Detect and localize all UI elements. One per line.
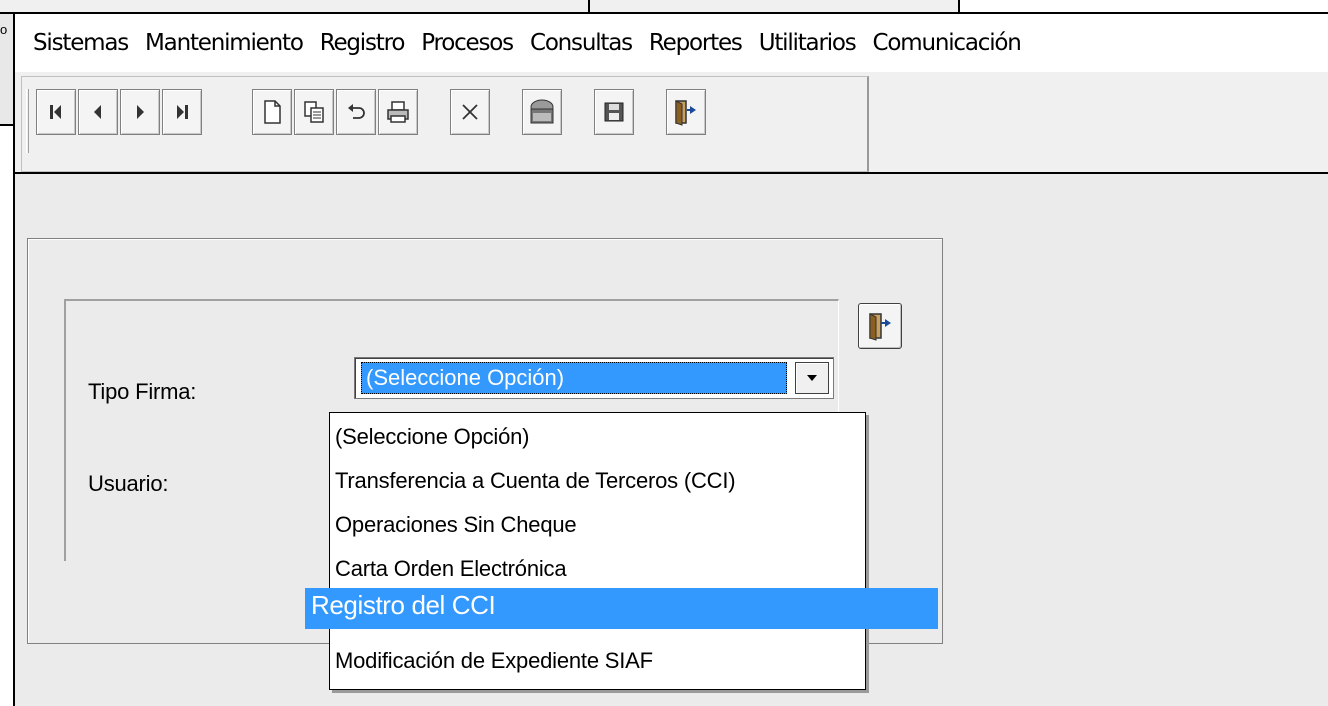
copy-button[interactable]	[294, 89, 334, 135]
menu-reportes[interactable]: Reportes	[649, 30, 743, 56]
menu-sistemas[interactable]: Sistemas	[33, 30, 129, 56]
undo-button[interactable]	[336, 89, 376, 135]
dropdown-arrow-button[interactable]	[795, 362, 829, 394]
menu-utilitarios[interactable]: Utilitarios	[759, 30, 857, 56]
list-item[interactable]: Transferencia a Cuenta de Terceros (CCI)	[330, 459, 865, 503]
highlighted-option-label: Registro del CCI	[311, 590, 496, 620]
last-record-button[interactable]	[162, 89, 202, 135]
toolbar-row	[15, 72, 1328, 174]
background-window-fragment: o	[0, 14, 14, 126]
delete-icon	[462, 104, 478, 120]
menu-bar: Sistemas Mantenimiento Registro Procesos…	[15, 14, 1328, 72]
copy-icon	[304, 101, 324, 123]
dialog-exit-button[interactable]	[858, 303, 902, 349]
background-window-text: o	[0, 22, 8, 37]
chevron-down-icon	[807, 375, 817, 381]
menu-mantenimiento[interactable]: Mantenimiento	[145, 30, 304, 56]
list-item[interactable]: Operaciones Sin Cheque	[330, 503, 865, 547]
next-record-button[interactable]	[120, 89, 160, 135]
query-icon	[530, 99, 554, 124]
menu-registro[interactable]: Registro	[320, 30, 406, 56]
new-document-button[interactable]	[252, 89, 292, 135]
next-record-icon	[137, 105, 144, 119]
tipo-firma-label: Tipo Firma:	[88, 379, 197, 404]
toolbar	[21, 76, 869, 172]
previous-record-button[interactable]	[78, 89, 118, 135]
save-button[interactable]	[594, 89, 634, 135]
exit-door-icon	[869, 313, 891, 341]
toolbar-grip[interactable]	[26, 89, 29, 153]
list-item[interactable]: Carta Orden Electrónica	[330, 547, 865, 591]
highlighted-option[interactable]: Registro del CCI	[305, 588, 938, 629]
menu-comunicacion[interactable]: Comunicación	[873, 30, 1022, 56]
tipo-firma-select[interactable]: (Seleccione Opción)	[354, 357, 834, 399]
undo-icon	[348, 104, 365, 119]
menu-procesos[interactable]: Procesos	[421, 30, 514, 56]
new-document-icon	[264, 100, 281, 124]
print-icon	[387, 101, 409, 123]
tipo-firma-selected-value[interactable]: (Seleccione Opción)	[361, 362, 787, 394]
previous-record-icon	[94, 105, 101, 119]
save-icon	[604, 102, 624, 122]
menu-consultas[interactable]: Consultas	[530, 30, 633, 56]
exit-button[interactable]	[666, 89, 706, 135]
print-button[interactable]	[378, 89, 418, 135]
exit-door-icon	[675, 100, 696, 126]
list-item[interactable]: Modificación de Expediente SIAF	[330, 639, 865, 683]
usuario-label: Usuario:	[88, 471, 169, 496]
last-record-icon	[177, 105, 188, 119]
delete-button[interactable]	[450, 89, 490, 135]
tipo-firma-dropdown-list: (Seleccione Opción) Transferencia a Cuen…	[329, 412, 866, 690]
list-item[interactable]: (Seleccione Opción)	[330, 415, 865, 459]
first-record-button[interactable]	[36, 89, 76, 135]
query-button[interactable]	[522, 89, 562, 135]
first-record-icon	[50, 105, 61, 119]
